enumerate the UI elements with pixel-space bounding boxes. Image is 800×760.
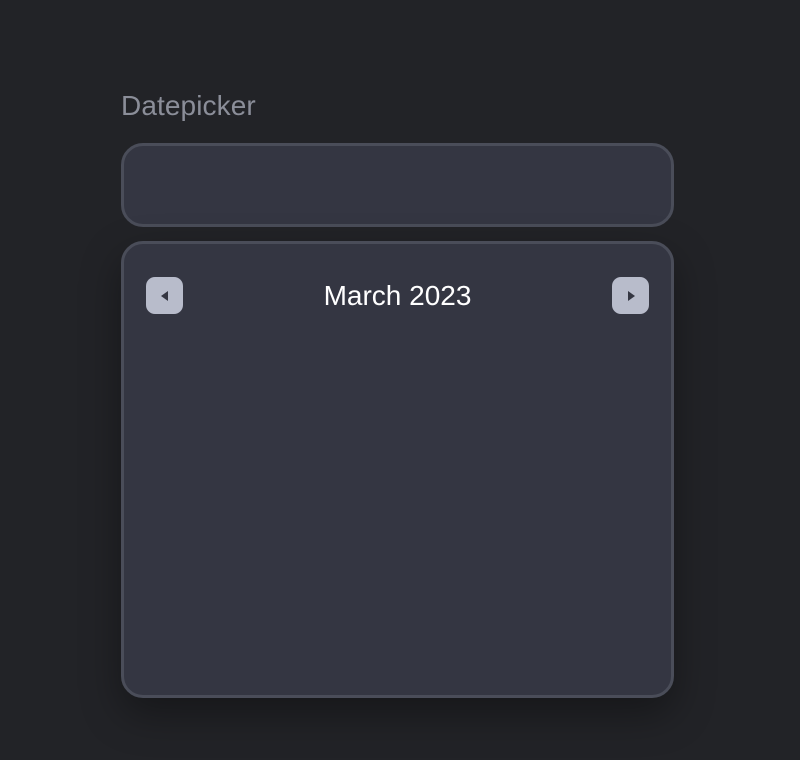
calendar-panel: March 2023 [121, 241, 674, 698]
next-month-button[interactable] [612, 277, 649, 314]
month-title: March 2023 [323, 280, 472, 311]
date-input[interactable] [121, 143, 674, 227]
calendar-header: March 2023 [124, 277, 671, 317]
datepicker-component: Datepicker March 2023 [121, 88, 674, 698]
datepicker-label: Datepicker [121, 90, 256, 121]
caret-right-icon [627, 290, 635, 301]
